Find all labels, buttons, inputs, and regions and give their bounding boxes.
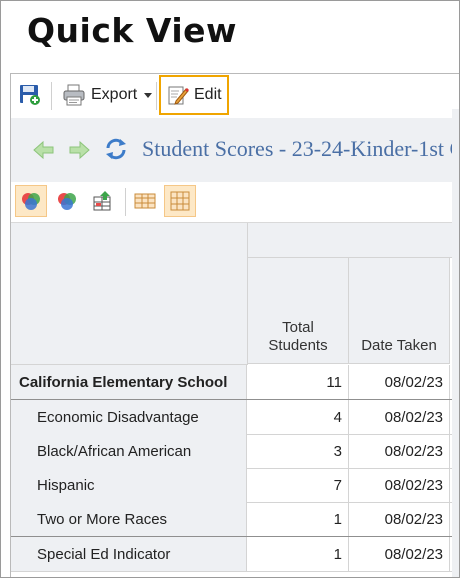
table-row: Economic Disadvantage 4 08/02/23 (11, 400, 459, 435)
chevron-down-icon (144, 92, 153, 98)
venn-icon (58, 193, 76, 210)
column-header-total-students[interactable]: Total Students (248, 258, 349, 364)
table-icon (134, 193, 156, 209)
table-columns-icon (170, 191, 190, 211)
report-title-bar: Student Scores - 23-24-Kinder-1st G (11, 118, 460, 183)
edit-label: Edit (194, 86, 222, 103)
row-label[interactable]: California Elementary School (11, 365, 247, 399)
view-toolbar (11, 182, 459, 223)
scroll-edge (452, 109, 459, 577)
date-taken-cell: 08/02/23 (349, 468, 450, 502)
printer-icon (63, 84, 85, 106)
export-label: Export (91, 86, 138, 103)
edit-icon (168, 86, 189, 105)
row-header-corner (11, 223, 248, 365)
grid-export-icon (93, 191, 111, 211)
row-label[interactable]: Two or More Races (11, 502, 247, 536)
total-students-cell: 1 (248, 502, 349, 536)
total-students-cell: 4 (248, 400, 349, 434)
chart-view-button[interactable] (15, 185, 47, 217)
total-students-cell: 7 (248, 468, 349, 502)
column-header-date-taken[interactable]: Date Taken (349, 258, 450, 364)
column-group-header (248, 223, 459, 258)
arrow-right-icon[interactable] (68, 140, 90, 160)
table-row: Black/African American 3 08/02/23 (11, 434, 459, 469)
total-students-cell: 11 (248, 365, 349, 399)
main-toolbar: Export Edit (11, 74, 459, 119)
scores-table: Total Students Date Taken California Elem… (11, 223, 459, 577)
date-taken-cell: 08/02/23 (349, 502, 450, 536)
date-taken-cell: 08/02/23 (349, 434, 450, 468)
arrow-left-icon[interactable] (33, 140, 55, 160)
chart-options-button[interactable] (51, 185, 83, 217)
table-row: Two or More Races 1 08/02/23 (11, 502, 459, 537)
table-row: Hispanic 7 08/02/23 (11, 468, 459, 503)
save-icon (20, 85, 40, 105)
refresh-icon[interactable] (104, 137, 128, 161)
report-title: Student Scores - 23-24-Kinder-1st G (142, 136, 460, 161)
table-row: California Elementary School 11 08/02/23 (11, 365, 459, 400)
grid-rows-button[interactable] (129, 185, 161, 217)
report-viewer: Export Edit Student Scores - 23-24-Kinde… (10, 73, 460, 577)
date-taken-cell: 08/02/23 (349, 537, 450, 571)
save-button[interactable] (19, 84, 41, 106)
date-taken-cell: 08/02/23 (349, 400, 450, 434)
row-label[interactable]: Economic Disadvantage (11, 400, 247, 434)
total-students-cell: 3 (248, 434, 349, 468)
venn-icon (22, 193, 40, 210)
row-label[interactable]: Black/African American (11, 434, 247, 468)
grid-columns-button[interactable] (164, 185, 196, 217)
quick-view-panel: Quick View Export Edit Student Scores - … (0, 0, 460, 578)
export-button[interactable]: Export (62, 84, 153, 106)
date-taken-cell: 08/02/23 (349, 365, 450, 399)
export-grid-button[interactable] (86, 185, 118, 217)
page-title: Quick View (27, 11, 237, 50)
row-label[interactable]: Special Ed Indicator (11, 537, 247, 571)
edit-button[interactable]: Edit (159, 75, 229, 115)
table-row: Special Ed Indicator 1 08/02/23 (11, 537, 459, 572)
total-students-cell: 1 (248, 537, 349, 571)
row-label[interactable]: Hispanic (11, 468, 247, 502)
